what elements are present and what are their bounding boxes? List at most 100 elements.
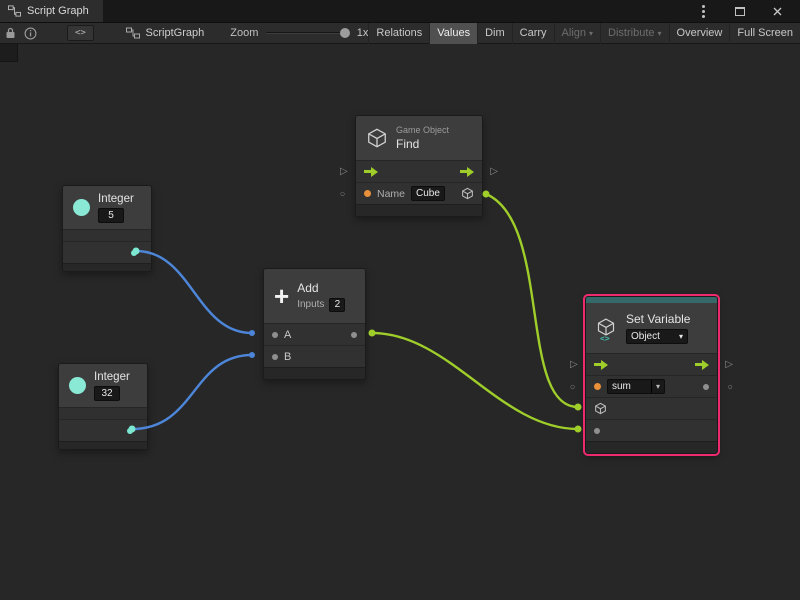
node-body-spacer bbox=[63, 229, 151, 241]
setvar-object-row bbox=[586, 397, 717, 419]
toolbar-button-align[interactable]: Align▾ bbox=[554, 23, 600, 44]
code-view-button[interactable]: <> bbox=[67, 25, 93, 41]
maximize-icon bbox=[735, 7, 745, 16]
zoom-slider-handle[interactable] bbox=[340, 28, 350, 38]
gameobject-cube-icon bbox=[366, 126, 388, 150]
node-integer-a[interactable]: Integer 5 bbox=[62, 185, 152, 272]
close-icon bbox=[773, 7, 782, 16]
name-input-port[interactable]: ○ bbox=[340, 189, 345, 198]
node-gameobject-find[interactable]: Game Object Find ▷ ▷ ○ Name Cube bbox=[355, 115, 483, 217]
variable-scope-dropdown[interactable]: Object ▾ bbox=[626, 329, 688, 344]
toolbar-button-group: Relations Values Dim Carry Align▾ Distri… bbox=[368, 23, 800, 44]
kebab-menu-icon bbox=[702, 10, 705, 13]
port-b-label: B bbox=[284, 351, 291, 363]
node-footer bbox=[264, 367, 365, 379]
string-port-dot[interactable] bbox=[364, 190, 371, 197]
zoom-label: Zoom bbox=[230, 27, 258, 39]
node-footer bbox=[356, 204, 482, 216]
name-label: Name bbox=[377, 188, 405, 200]
flow-in-arrow-icon[interactable] bbox=[594, 360, 608, 370]
integer-output-port[interactable] bbox=[131, 250, 137, 256]
tab-title: Script Graph bbox=[27, 5, 89, 17]
flow-out-arrow-icon[interactable] bbox=[695, 360, 709, 370]
node-set-variable-header[interactable]: <> Set Variable Object ▾ bbox=[586, 303, 717, 353]
info-button[interactable] bbox=[21, 23, 42, 43]
window-menu-button[interactable] bbox=[692, 1, 714, 21]
canvas-corner-button[interactable] bbox=[0, 44, 18, 62]
value-input-port[interactable] bbox=[594, 428, 600, 434]
node-footer bbox=[63, 263, 151, 271]
inputs-label: Inputs bbox=[297, 299, 324, 310]
node-title: Integer bbox=[98, 193, 134, 205]
input-port-a[interactable] bbox=[272, 332, 278, 338]
toolbar-button-dim[interactable]: Dim bbox=[477, 23, 512, 44]
node-body-spacer bbox=[59, 407, 147, 419]
node-set-variable[interactable]: <> Set Variable Object ▾ ▷ ▷ ○ sum bbox=[585, 296, 718, 454]
info-icon bbox=[24, 27, 37, 40]
node-footer bbox=[586, 441, 717, 453]
toolbar-button-values[interactable]: Values bbox=[429, 23, 477, 44]
chevron-down-icon: ▾ bbox=[658, 29, 662, 38]
integer-value-field[interactable]: 5 bbox=[98, 208, 124, 223]
scope-value: Object bbox=[631, 330, 660, 343]
node-title: Find bbox=[396, 137, 419, 151]
code-icon: <> bbox=[75, 28, 86, 38]
gameobject-output-icon[interactable] bbox=[461, 187, 474, 200]
integer-output-row bbox=[59, 419, 147, 441]
window-controls bbox=[692, 1, 800, 21]
window-titlebar: Script Graph bbox=[0, 0, 800, 22]
toolbar-button-fullscreen[interactable]: Full Screen bbox=[729, 23, 800, 44]
variable-name-value: sum bbox=[612, 380, 631, 393]
flow-in-arrow-icon[interactable] bbox=[364, 167, 378, 177]
string-port-dot[interactable] bbox=[594, 383, 601, 390]
gameobject-input-icon[interactable] bbox=[594, 402, 607, 415]
close-button[interactable] bbox=[766, 1, 788, 21]
lock-button[interactable] bbox=[0, 23, 21, 43]
zoom-slider[interactable] bbox=[266, 26, 348, 40]
node-add-header[interactable]: + Add Inputs 2 bbox=[264, 269, 365, 323]
flow-in-port[interactable]: ▷ bbox=[570, 360, 578, 370]
sum-output-port[interactable] bbox=[351, 332, 357, 338]
input-port-b[interactable] bbox=[272, 354, 278, 360]
integer-type-icon bbox=[73, 199, 90, 216]
toolbar-button-relations[interactable]: Relations bbox=[368, 23, 429, 44]
add-input-row-a: A bbox=[264, 323, 365, 345]
toolbar-button-carry[interactable]: Carry bbox=[512, 23, 554, 44]
graph-toolbar: <> ScriptGraph Zoom 1x Relations Values … bbox=[0, 22, 800, 44]
tab-script-graph[interactable]: Script Graph bbox=[0, 0, 103, 22]
find-name-row: ○ Name Cube bbox=[356, 182, 482, 204]
flow-in-port[interactable]: ▷ bbox=[340, 167, 348, 177]
maximize-button[interactable] bbox=[729, 1, 751, 21]
graph-asset-icon bbox=[126, 27, 140, 39]
integer-value-field[interactable]: 32 bbox=[94, 386, 120, 401]
integer-type-icon bbox=[69, 377, 86, 394]
node-add[interactable]: + Add Inputs 2 A B bbox=[263, 268, 366, 380]
inputs-count-field[interactable]: 2 bbox=[329, 298, 345, 312]
variable-name-dropdown[interactable]: sum ▾ bbox=[607, 379, 665, 394]
port-a-label: A bbox=[284, 329, 291, 341]
integer-output-row bbox=[63, 241, 151, 263]
node-integer-a-header[interactable]: Integer 5 bbox=[63, 186, 151, 229]
node-title: Add bbox=[297, 281, 318, 295]
value-output-port[interactable] bbox=[703, 384, 709, 390]
variable-name-input-port[interactable]: ○ bbox=[570, 382, 575, 391]
lock-icon bbox=[5, 27, 16, 39]
unity-script-graph-window: Script Graph <> bbox=[0, 0, 800, 600]
integer-output-port[interactable] bbox=[127, 428, 133, 434]
node-find-header[interactable]: Game Object Find bbox=[356, 116, 482, 160]
chevron-down-icon: ▾ bbox=[651, 380, 660, 393]
flow-out-arrow-icon[interactable] bbox=[460, 167, 474, 177]
node-integer-b[interactable]: Integer 32 bbox=[58, 363, 148, 450]
node-integer-b-header[interactable]: Integer 32 bbox=[59, 364, 147, 407]
name-value-field[interactable]: Cube bbox=[411, 186, 445, 201]
output-port-marker[interactable]: ○ bbox=[728, 382, 733, 391]
zoom-slider-track bbox=[266, 32, 348, 34]
set-variable-icon: <> bbox=[596, 316, 618, 340]
flow-out-port[interactable]: ▷ bbox=[490, 167, 498, 177]
flow-out-port[interactable]: ▷ bbox=[725, 360, 733, 370]
toolbar-button-overview[interactable]: Overview bbox=[669, 23, 730, 44]
align-label: Align bbox=[562, 27, 586, 39]
graph-name-breadcrumb[interactable]: ScriptGraph bbox=[126, 27, 205, 39]
setvar-flow-row: ▷ ▷ bbox=[586, 353, 717, 375]
toolbar-button-distribute[interactable]: Distribute▾ bbox=[600, 23, 668, 44]
